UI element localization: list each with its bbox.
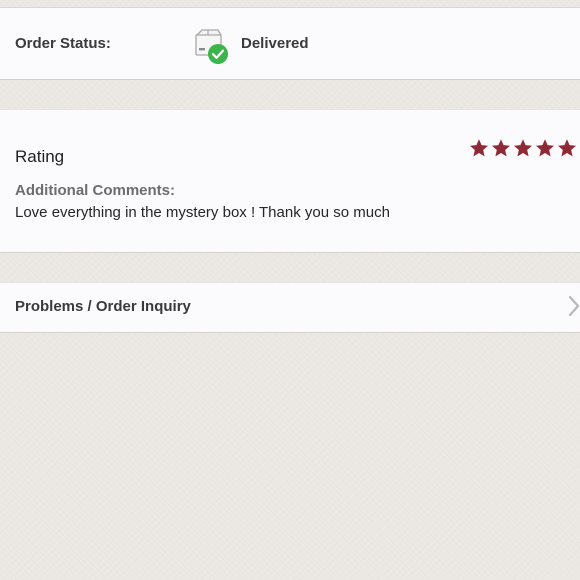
- additional-comments-text: Love everything in the mystery box ! Tha…: [15, 204, 390, 221]
- star-icon: [514, 139, 532, 157]
- order-inquiry-label: Problems / Order Inquiry: [15, 298, 191, 315]
- order-status-label: Order Status:: [15, 35, 111, 52]
- order-status-row: Order Status: Delivered: [0, 7, 580, 80]
- order-inquiry-row[interactable]: Problems / Order Inquiry: [0, 282, 580, 333]
- star-icon: [558, 139, 576, 157]
- rating-label: Rating: [15, 147, 65, 166]
- additional-comments-label: Additional Comments:: [15, 182, 175, 199]
- star-rating: [469, 138, 577, 158]
- delivered-box-icon: [195, 29, 228, 64]
- star-icon: [536, 139, 554, 157]
- rating-section: Rating Additional Comments: Love everyth…: [0, 109, 580, 253]
- order-status-value: Delivered: [241, 35, 309, 52]
- chevron-right-icon: [568, 295, 580, 317]
- star-icon: [492, 139, 510, 157]
- star-icon: [470, 139, 488, 157]
